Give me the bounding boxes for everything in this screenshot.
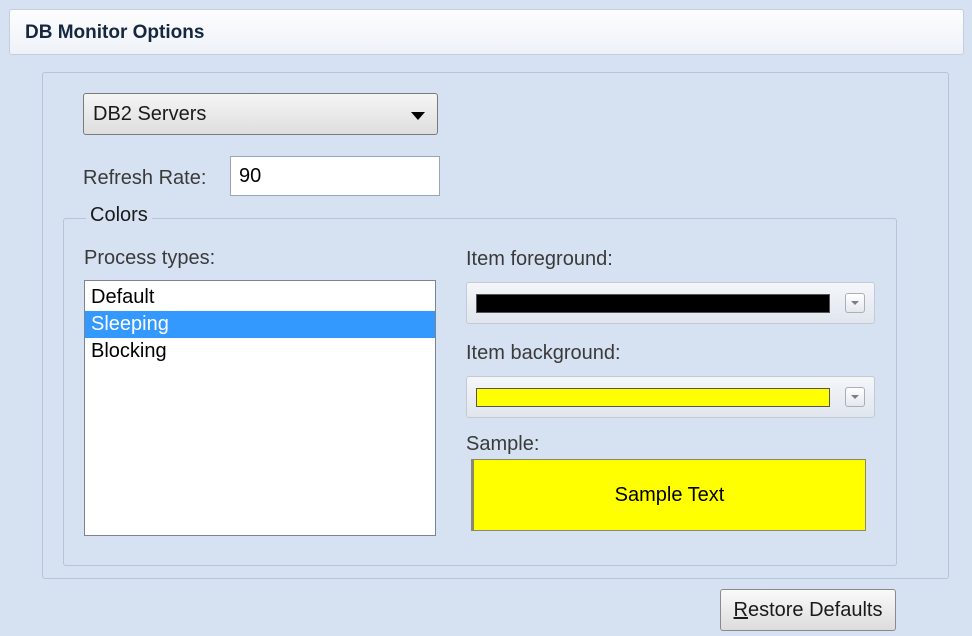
list-item-sleeping[interactable]: Sleeping (85, 311, 435, 338)
foreground-dropdown-button[interactable] (845, 293, 865, 313)
restore-defaults-button[interactable]: Restore Defaults (720, 589, 896, 631)
chevron-down-icon (411, 112, 425, 120)
list-item-blocking[interactable]: Blocking (85, 338, 435, 365)
refresh-rate-input[interactable] (230, 156, 440, 196)
list-item-default[interactable]: Default (85, 284, 435, 311)
sample-label: Sample: (466, 433, 540, 455)
foreground-color-swatch (476, 294, 830, 313)
sample-preview: Sample Text (471, 459, 866, 531)
item-background-label: Item background: (466, 342, 621, 364)
process-types-list[interactable]: Default Sleeping Blocking (84, 280, 436, 536)
colors-legend: Colors (86, 204, 152, 227)
dialog-title: DB Monitor Options (25, 22, 205, 43)
background-color-picker[interactable] (466, 376, 875, 418)
process-types-label: Process types: (84, 247, 216, 269)
sample-text: Sample Text (614, 483, 725, 506)
background-dropdown-button[interactable] (845, 387, 865, 407)
dialog-header: DB Monitor Options (9, 9, 964, 55)
refresh-rate-label: Refresh Rate: (83, 167, 207, 189)
background-color-swatch (476, 388, 830, 407)
restore-label: estore Defaults (747, 598, 883, 621)
item-foreground-label: Item foreground: (466, 248, 613, 270)
server-type-dropdown[interactable]: DB2 Servers (83, 93, 438, 135)
server-type-value: DB2 Servers (93, 103, 207, 125)
restore-accelerator: R (733, 598, 748, 621)
foreground-color-picker[interactable] (466, 282, 875, 324)
